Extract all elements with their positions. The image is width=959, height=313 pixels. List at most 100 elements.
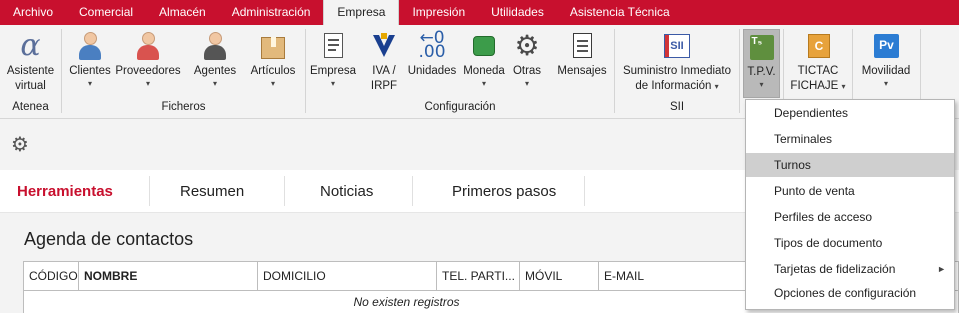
menu-asistencia-tecnica[interactable]: Asistencia Técnica <box>557 0 683 25</box>
empty-table-message: No existen registros <box>353 295 460 309</box>
iva-label-1: IVA / <box>372 65 396 77</box>
chevron-down-icon: ▾ <box>212 79 217 88</box>
column-header-telefono[interactable]: TEL. PARTI... <box>437 262 520 291</box>
chevron-down-icon: ▾ <box>481 79 486 88</box>
proveedores-label: Proveedores <box>115 65 181 77</box>
tab-separator <box>412 176 413 206</box>
empresa-label: Empresa <box>309 65 357 77</box>
chevron-down-icon: ▾ <box>714 82 719 91</box>
tax-agency-icon <box>369 31 399 61</box>
otras-button[interactable]: ⚙ Otras ▾ <box>510 29 544 89</box>
menu-item-tipos-de-documento[interactable]: Tipos de documento <box>746 231 954 255</box>
clientes-button[interactable]: Clientes ▾ <box>66 29 114 89</box>
gear-icon: ⚙ <box>514 30 540 61</box>
proveedores-button[interactable]: Proveedores ▾ <box>114 29 182 89</box>
suministro-inmediato-button[interactable]: SII Suministro Inmediato de Información … <box>619 29 735 94</box>
menu-empresa[interactable]: Empresa <box>323 0 400 25</box>
moneda-label: Moneda <box>463 65 505 77</box>
tictac-fichaje-button[interactable]: C TICTAC FICHAJE ▾ <box>788 29 848 94</box>
main-menu-bar: Archivo Comercial Almacén Administración… <box>0 0 959 25</box>
suministro-label-1: Suministro Inmediato <box>622 65 732 77</box>
asistente-label-1: Asistente <box>6 65 55 77</box>
tab-herramientas[interactable]: Herramientas <box>17 183 113 200</box>
mobility-icon: Pv <box>871 31 901 61</box>
group-label-ficheros: Ficheros <box>161 101 206 113</box>
tictac-label-2: FICHAJE <box>790 80 839 92</box>
iva-irpf-button[interactable]: IVA / IRPF <box>366 29 402 94</box>
tab-separator <box>284 176 285 206</box>
menu-item-terminales[interactable]: Terminales <box>746 127 954 151</box>
menu-almacen[interactable]: Almacén <box>146 0 219 25</box>
menu-item-tarjetas-label: Tarjetas de fidelización <box>774 262 896 276</box>
document-icon <box>318 31 348 61</box>
agentes-label: Agentes <box>193 65 237 77</box>
tpv-icon-text: T₅ <box>749 35 774 60</box>
menu-item-tarjetas-de-fidelizacion[interactable]: Tarjetas de fidelización ► <box>746 257 954 281</box>
asistente-virtual-button[interactable]: α Asistente virtual <box>3 29 58 94</box>
tpv-dropdown-menu: Dependientes Terminales Turnos Punto de … <box>745 99 955 310</box>
agent-icon <box>200 31 230 61</box>
menu-item-turnos[interactable]: Turnos <box>746 153 954 177</box>
agentes-button[interactable]: Agentes ▾ <box>189 29 241 89</box>
empresa-button[interactable]: Empresa ▾ <box>309 29 357 89</box>
movilidad-button[interactable]: Pv Movilidad ▾ <box>857 29 915 89</box>
tpv-icon: T₅ <box>747 32 777 62</box>
mensajes-button[interactable]: Mensajes <box>556 29 608 79</box>
chevron-down-icon: ▾ <box>87 79 92 88</box>
mensajes-label: Mensajes <box>557 65 607 77</box>
messages-icon <box>567 31 597 61</box>
alpha-icon: α <box>20 28 41 63</box>
iva-label-2: IRPF <box>370 80 398 92</box>
menu-item-dependientes[interactable]: Dependientes <box>746 101 954 125</box>
chevron-down-icon: ▾ <box>883 79 888 88</box>
moneda-button[interactable]: Moneda ▾ <box>460 29 508 89</box>
tab-separator <box>149 176 150 206</box>
chevron-down-icon: ▾ <box>270 79 275 88</box>
column-header-nombre[interactable]: NOMBRE <box>79 262 258 291</box>
submenu-arrow-icon: ► <box>937 264 946 274</box>
mobility-icon-text: Pv <box>874 34 899 58</box>
tictac-icon: C <box>803 31 833 61</box>
column-header-codigo[interactable]: CÓDIGO <box>24 262 79 291</box>
asistente-label-2: virtual <box>15 80 46 92</box>
menu-item-perfiles-de-acceso[interactable]: Perfiles de acceso <box>746 205 954 229</box>
menu-administracion[interactable]: Administración <box>219 0 324 25</box>
menu-comercial[interactable]: Comercial <box>66 0 146 25</box>
tictac-label-1: TICTAC <box>797 65 839 77</box>
unidades-button[interactable]: ←0 .00 Unidades <box>406 29 458 79</box>
units-icon: ←0 .00 <box>417 30 447 62</box>
tpv-button[interactable]: T₅ T.P.V. ▾ <box>743 29 780 98</box>
sii-icon: SII <box>662 31 692 61</box>
chevron-down-icon: ▾ <box>759 80 764 89</box>
menu-impresion[interactable]: Impresión <box>399 0 478 25</box>
units-icon-bottom: .00 <box>418 42 446 62</box>
person-icon <box>133 31 163 61</box>
ribbon-separator <box>739 29 740 113</box>
suministro-label-2: de Información <box>635 80 712 92</box>
articulos-label: Artículos <box>250 65 296 77</box>
tictac-icon-text: C <box>808 34 830 58</box>
box-icon <box>258 31 288 61</box>
chevron-down-icon: ▾ <box>145 79 150 88</box>
chevron-down-icon: ▾ <box>330 79 335 88</box>
group-label-atenea: Atenea <box>12 101 49 113</box>
column-header-movil[interactable]: MÓVIL <box>520 262 599 291</box>
movilidad-label: Movilidad <box>861 65 911 77</box>
articulos-button[interactable]: Artículos ▾ <box>247 29 299 89</box>
group-label-configuracion: Configuración <box>424 101 496 113</box>
menu-item-punto-de-venta[interactable]: Punto de venta <box>746 179 954 203</box>
column-header-domicilio[interactable]: DOMICILIO <box>258 262 437 291</box>
coins-icon <box>469 31 499 61</box>
menu-utilidades[interactable]: Utilidades <box>478 0 557 25</box>
settings-gear-icon[interactable]: ⚙ <box>11 135 29 155</box>
tab-primeros-pasos[interactable]: Primeros pasos <box>452 183 556 200</box>
menu-item-opciones-de-configuracion[interactable]: Opciones de configuración <box>746 281 954 305</box>
menu-archivo[interactable]: Archivo <box>0 0 66 25</box>
chevron-down-icon: ▾ <box>524 79 529 88</box>
person-icon <box>75 31 105 61</box>
tab-noticias[interactable]: Noticias <box>320 183 373 200</box>
group-label-sii: SII <box>669 101 685 113</box>
unidades-label: Unidades <box>407 65 457 77</box>
otras-label: Otras <box>512 65 542 77</box>
tab-resumen[interactable]: Resumen <box>180 183 244 200</box>
